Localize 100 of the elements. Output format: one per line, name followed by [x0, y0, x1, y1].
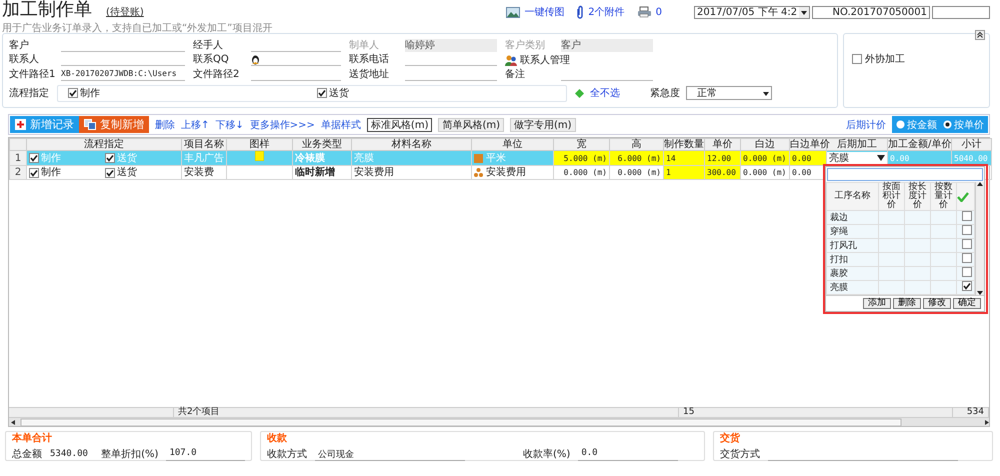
- post-process-select[interactable]: 亮膜: [827, 152, 887, 164]
- popup-button[interactable]: 添加: [863, 298, 891, 309]
- date-field[interactable]: 2017/07/05 下午 4:2: [694, 6, 810, 18]
- checkbox[interactable]: [962, 225, 972, 235]
- popup-button[interactable]: 删除: [893, 298, 921, 309]
- radio[interactable]: [943, 120, 952, 129]
- people-icon: [505, 54, 517, 66]
- checkbox[interactable]: [29, 153, 39, 163]
- input-field[interactable]: XB-20170207JWDB:C:\Users: [61, 68, 185, 81]
- popup-button[interactable]: 修改: [923, 298, 951, 309]
- table-cell: 6.000 (m): [610, 150, 664, 166]
- checkbox[interactable]: [962, 211, 972, 221]
- action-link[interactable]: 2个附件: [588, 5, 625, 19]
- toolbar-link[interactable]: 上移↑: [181, 118, 210, 132]
- checkbox-label: 制作: [41, 152, 61, 164]
- table-cell: 0.000 (m): [610, 166, 664, 180]
- action-link[interactable]: 0: [656, 6, 662, 18]
- popup-button[interactable]: 确定: [953, 298, 981, 309]
- printer-icon: [636, 6, 652, 18]
- custom-number-field[interactable]: [932, 6, 990, 18]
- column-header: 按面积计价: [878, 182, 904, 210]
- process-name[interactable]: 亮膜: [826, 280, 878, 294]
- checkbox[interactable]: [105, 153, 115, 163]
- input-field[interactable]: 公司现金: [315, 448, 465, 460]
- input-field[interactable]: [251, 53, 341, 66]
- radio[interactable]: [896, 120, 905, 129]
- process-name[interactable]: 裁边: [826, 210, 878, 224]
- table-cell: 5.000 (m): [554, 150, 610, 166]
- total-value: 5340.00: [50, 449, 89, 459]
- field-label: 客户: [9, 39, 30, 52]
- field-label: 收款率(%): [523, 448, 570, 461]
- table-cell: 14: [664, 150, 704, 166]
- copy-record-button[interactable]: 复制新增: [79, 116, 149, 133]
- column-header: 工序名称: [826, 182, 878, 210]
- column-header: 材料名称: [352, 138, 472, 150]
- dropdown-arrow-icon: [877, 155, 885, 161]
- status-link[interactable]: (待登账): [106, 5, 144, 19]
- table-cell: 丰凡广告: [182, 150, 226, 166]
- table-cell: 12.00: [704, 150, 740, 166]
- collapse-icon[interactable]: [975, 30, 985, 40]
- toolbar-link[interactable]: 更多操作>>>: [250, 118, 315, 132]
- field-label: 总金额: [12, 448, 42, 461]
- select-none-link[interactable]: 全不选: [590, 86, 620, 100]
- number-field[interactable]: NO.201707050001: [812, 6, 930, 18]
- table-cell: 临时新增: [292, 166, 352, 180]
- unit-text: 平米: [486, 152, 506, 164]
- urgency-select[interactable]: 正常: [686, 86, 772, 100]
- checkbox[interactable]: [105, 168, 115, 178]
- window-title: 加工制作单: [2, 0, 92, 20]
- text-field[interactable]: [827, 168, 983, 181]
- input-field[interactable]: 0.0: [578, 448, 678, 460]
- table-cell: 0.00: [790, 150, 826, 166]
- field-label: 紧急度: [650, 86, 680, 100]
- section-title: 本单合计: [12, 432, 53, 445]
- table-cell: 安装费: [182, 166, 226, 180]
- field-label: 送货地址: [349, 68, 390, 81]
- scrollbar[interactable]: [975, 182, 984, 295]
- checkbox-label: 送货: [117, 166, 137, 179]
- radio-label: 按金额: [907, 118, 937, 132]
- plus-icon: [15, 119, 26, 130]
- style-tab[interactable]: 标准风格(m): [366, 118, 432, 132]
- action-link[interactable]: 一键传图: [524, 5, 564, 19]
- swatch-icon: [255, 151, 264, 161]
- process-name[interactable]: 裹胶: [826, 266, 878, 280]
- readonly-field: 客户: [561, 39, 653, 52]
- field-label: 收款方式: [267, 448, 307, 461]
- process-name[interactable]: 打扣: [826, 252, 878, 266]
- checkbox[interactable]: [962, 253, 972, 263]
- checkbox[interactable]: [962, 267, 972, 277]
- column-header: 单价: [704, 138, 740, 150]
- checkbox[interactable]: [962, 239, 972, 249]
- checkbox[interactable]: [29, 168, 39, 178]
- checkbox[interactable]: [962, 281, 972, 291]
- process-name[interactable]: 打风孔: [826, 238, 878, 252]
- toolbar-link[interactable]: 单据样式: [320, 118, 361, 132]
- row-number: 1: [10, 150, 26, 166]
- readonly-field: 喻婷婷: [405, 39, 497, 52]
- square-icon: [474, 154, 483, 162]
- style-tab[interactable]: 简单风格(m): [438, 118, 504, 132]
- contact-manage-link[interactable]: 联系人管理: [520, 53, 570, 67]
- checkbox[interactable]: [317, 88, 327, 98]
- scroll-down-icon: [977, 291, 983, 295]
- style-tab[interactable]: 做字专用(m): [510, 118, 576, 132]
- row-number: 2: [10, 166, 26, 180]
- table-cell: 0.000 (m): [740, 166, 790, 180]
- toolbar-link[interactable]: 删除: [155, 118, 175, 132]
- image-icon: [506, 6, 520, 18]
- column-header: 制作数量: [664, 138, 704, 150]
- checkbox[interactable]: [68, 88, 78, 98]
- toolbar-link[interactable]: 下移↓: [215, 118, 244, 132]
- column-header: 图样: [226, 138, 292, 150]
- input-field[interactable]: 107.0: [166, 448, 245, 460]
- process-name[interactable]: 穿绳: [826, 224, 878, 238]
- corner-header: [10, 138, 26, 150]
- field-label: 联系QQ: [193, 53, 230, 66]
- column-header: 加工金额/单价: [888, 138, 952, 150]
- checkbox[interactable]: [852, 54, 862, 64]
- field-label: 联系人: [9, 53, 40, 66]
- checkbox-label: 外协加工: [865, 52, 905, 66]
- checkbox-label: 制作: [80, 86, 100, 100]
